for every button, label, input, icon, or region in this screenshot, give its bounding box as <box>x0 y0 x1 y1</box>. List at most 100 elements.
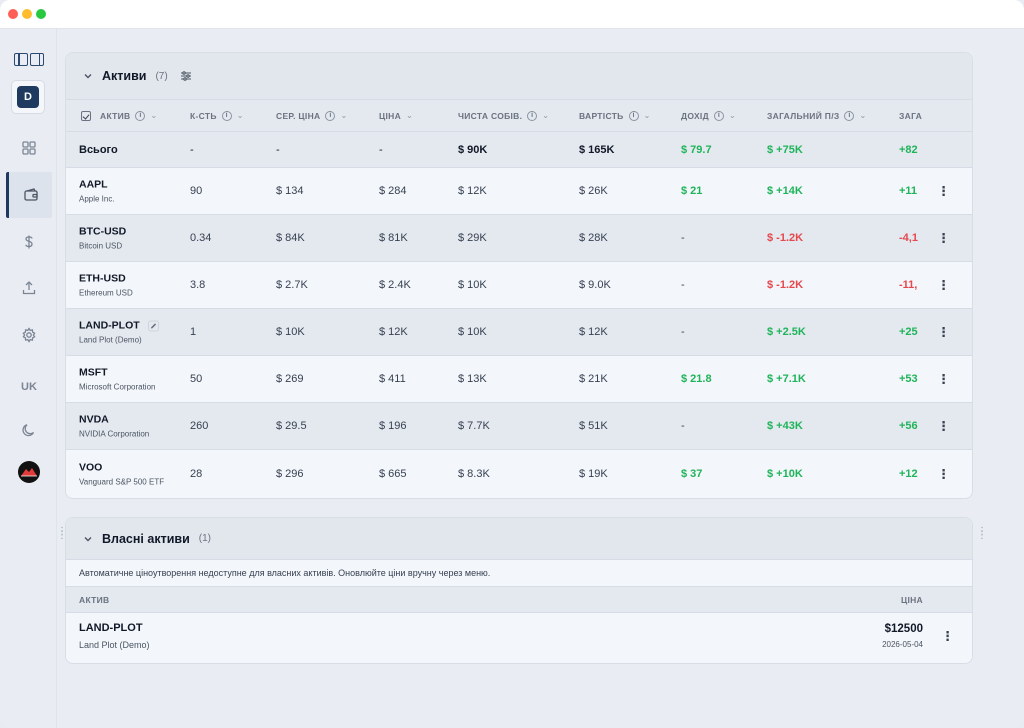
table-row[interactable]: AAPL Apple Inc. 90 $ 134 $ 284 $ 12K $ 26K $ 21… <box>66 168 972 215</box>
sidebar-item-settings[interactable] <box>6 312 52 358</box>
table-row[interactable]: ETH-USD Ethereum USD 3.8 $ 2.7K $ 2.4K $ 10K $… <box>66 262 972 309</box>
col-net-cost[interactable]: ЧИСТА СОБІВ. i ⌄ <box>458 110 549 121</box>
more-vertical-icon[interactable]: ⋮ <box>937 373 950 386</box>
panel-toggle-button[interactable] <box>14 53 44 66</box>
table-row[interactable]: MSFT Microsoft Corporation 50 $ 269 $ 411 $ 1… <box>66 356 972 403</box>
sliders-icon[interactable] <box>180 70 192 82</box>
asset-symbol: NVDA <box>79 413 109 426</box>
col-total-pct[interactable]: ЗАГА <box>899 111 922 121</box>
table-row[interactable]: NVDA NVIDIA Corporation 260 $ 29.5 $ 196 $ 7.… <box>66 403 972 450</box>
cell-total-pl: $ +10K <box>767 467 803 480</box>
more-vertical-icon[interactable]: ⋮ <box>941 630 954 643</box>
sidebar-item-dollar[interactable] <box>6 219 52 265</box>
total-label: Всього <box>79 143 118 156</box>
info-icon[interactable]: i <box>844 110 855 121</box>
panel-right-icon <box>30 53 44 66</box>
sidebar-item-upload[interactable] <box>6 265 52 311</box>
cell-price: $ 665 <box>379 467 407 480</box>
asset-name: Vanguard S&P 500 ETF <box>79 477 165 486</box>
more-vertical-icon[interactable]: ⋮ <box>937 420 950 433</box>
info-icon[interactable]: i <box>135 110 146 121</box>
cell-avg: $ 10K <box>276 326 305 338</box>
language-switch[interactable]: UK <box>6 364 52 410</box>
dollar-icon <box>25 235 33 249</box>
theme-toggle[interactable] <box>6 407 52 453</box>
more-vertical-icon[interactable]: ⋮ <box>937 279 950 292</box>
sidebar-item-dashboard[interactable] <box>6 125 52 171</box>
chevron-down-icon[interactable] <box>83 71 93 81</box>
cell-income: - <box>681 326 685 338</box>
custom-assets-notice: Автоматичне ціноутворення недоступне для… <box>66 560 972 587</box>
cell-income: - <box>681 420 685 432</box>
cell-price: $ 81K <box>379 232 408 244</box>
pencil-icon[interactable] <box>147 320 159 331</box>
cell-cost: $ 29K <box>458 232 487 244</box>
asset-name: Apple Inc. <box>79 194 115 204</box>
col-avg-price[interactable]: СЕР. ЦІНА i ⌄ <box>276 110 348 121</box>
info-icon[interactable]: i <box>325 110 336 121</box>
language-label: UK <box>21 381 37 393</box>
brand-logo[interactable] <box>18 461 40 483</box>
col-qty[interactable]: К-СТЬ i ⌄ <box>190 110 244 121</box>
caret-down-icon: ⌄ <box>236 111 244 120</box>
app-window: D UK Активи (7) АКТИВ i ⌄ К-СТЬ i ⌄ СЕР.… <box>0 0 1024 728</box>
asset-symbol: LAND-PLOT <box>79 320 159 332</box>
custom-asset-symbol: LAND-PLOT <box>79 622 143 634</box>
caret-down-icon: ⌄ <box>406 111 414 120</box>
moon-icon <box>22 424 35 437</box>
caret-down-icon: ⌄ <box>643 111 651 120</box>
col-value[interactable]: ВАРТІСТЬ i ⌄ <box>579 110 651 121</box>
col-price[interactable]: ЦІНА ⌄ <box>379 111 413 121</box>
maximize-window-button[interactable] <box>36 9 46 19</box>
more-vertical-icon[interactable]: ⋮ <box>937 232 950 245</box>
custom-asset-name: Land Plot (Demo) <box>79 640 150 650</box>
table-row[interactable]: LAND-PLOT Land Plot (Demo) 1 $ 10K $ 12K $ 10… <box>66 309 972 356</box>
col-income[interactable]: ДОХІД i ⌄ <box>681 110 736 121</box>
caret-down-icon: ⌄ <box>728 111 736 120</box>
info-icon[interactable]: i <box>628 110 639 121</box>
table-row[interactable]: VOO Vanguard S&P 500 ETF 28 $ 296 $ 665 $ 8.3… <box>66 450 972 497</box>
cell-total-pl: $ +43K <box>767 420 803 432</box>
caret-down-icon: ⌄ <box>150 111 158 120</box>
col-asset[interactable]: АКТИВ i ⌄ <box>81 110 158 121</box>
drag-handle-left[interactable]: ⋮ ⋮ <box>57 527 67 541</box>
close-window-button[interactable] <box>8 9 18 19</box>
info-icon[interactable]: i <box>713 110 724 121</box>
avatar[interactable]: D <box>11 80 45 114</box>
col-total-pl[interactable]: ЗАГАЛЬНИЙ П/З i ⌄ <box>767 110 867 121</box>
custom-asset-price: $12500 <box>884 623 923 635</box>
cell-price: $ 196 <box>379 420 407 432</box>
cell-avg: $ 29.5 <box>276 420 307 432</box>
cell-cost: $ 10K <box>458 326 487 338</box>
asset-symbol: MSFT <box>79 366 108 379</box>
asset-name: NVIDIA Corporation <box>79 429 150 439</box>
title-bar <box>0 0 1024 29</box>
table-row[interactable]: BTC-USD Bitcoin USD 0.34 $ 84K $ 81K $ 29K $ 2… <box>66 215 972 262</box>
chevron-down-icon[interactable] <box>83 534 93 544</box>
more-vertical-icon[interactable]: ⋮ <box>937 326 950 339</box>
cell-qty: 0.34 <box>190 232 212 244</box>
avatar-letter: D <box>17 86 39 108</box>
sidebar: D UK <box>0 29 57 728</box>
assets-table-header: АКТИВ i ⌄ К-СТЬ i ⌄ СЕР. ЦІНА i ⌄ ЦІНА ⌄… <box>66 100 972 132</box>
sidebar-item-wallet[interactable] <box>6 172 52 218</box>
custom-asset-row[interactable]: LAND-PLOT Land Plot (Demo) $12500 2026-0… <box>66 613 972 659</box>
cell-value: $ 9.0K <box>579 279 611 291</box>
select-all-checkbox[interactable] <box>81 110 91 121</box>
asset-name: Ethereum USD <box>79 288 133 298</box>
drag-handle-right[interactable]: ⋮ ⋮ <box>977 527 987 541</box>
cell-price: $ 2.4K <box>379 279 411 291</box>
assets-header: Активи (7) <box>66 53 972 100</box>
minimize-window-button[interactable] <box>22 9 32 19</box>
info-icon[interactable]: i <box>527 110 538 121</box>
info-icon[interactable]: i <box>221 110 232 121</box>
cell-total-pct: +12 <box>899 467 918 480</box>
asset-name: Microsoft Corporation <box>79 382 156 392</box>
assets-title: Активи <box>102 69 147 83</box>
dashboard-icon <box>22 141 36 155</box>
cell-value: $ 51K <box>579 420 608 432</box>
more-vertical-icon[interactable]: ⋮ <box>937 467 950 480</box>
more-vertical-icon[interactable]: ⋮ <box>937 185 950 198</box>
cell-total-pct: +11 <box>899 185 918 197</box>
cell-qty: 90 <box>190 185 203 197</box>
